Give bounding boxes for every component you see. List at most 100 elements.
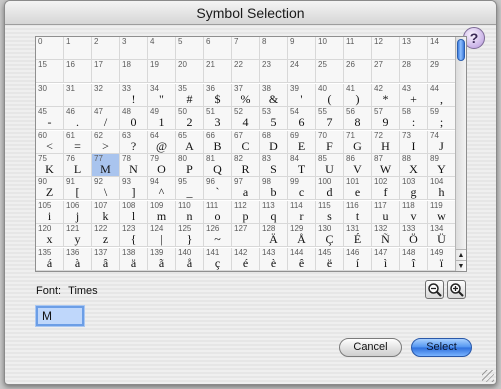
symbol-cell[interactable]: 75 K bbox=[36, 154, 64, 177]
symbol-cell[interactable]: 131 É bbox=[344, 224, 372, 248]
symbol-cell[interactable]: 147 ì bbox=[372, 247, 400, 271]
symbol-cell[interactable]: 144 ê bbox=[288, 247, 316, 271]
symbol-cell[interactable]: 31 bbox=[64, 83, 92, 107]
symbol-cell[interactable]: 4 bbox=[148, 37, 176, 60]
symbol-cell[interactable]: 96 ` bbox=[204, 177, 232, 201]
symbol-cell[interactable]: 148 î bbox=[400, 247, 428, 271]
symbol-cell[interactable]: 51 3 bbox=[204, 107, 232, 131]
symbol-cell[interactable]: 27 bbox=[372, 60, 400, 84]
symbol-cell[interactable]: 111 o bbox=[204, 200, 232, 224]
symbol-cell[interactable]: 52 4 bbox=[232, 107, 260, 131]
symbol-cell[interactable]: 103 g bbox=[400, 177, 428, 201]
symbol-cell[interactable]: 132 Ñ bbox=[372, 224, 400, 248]
symbol-cell[interactable]: 145 ë bbox=[316, 247, 344, 271]
symbol-cell[interactable]: 93] bbox=[120, 177, 148, 201]
symbol-cell[interactable]: 138 ä bbox=[120, 247, 148, 271]
symbol-cell[interactable]: 70 F bbox=[316, 130, 344, 154]
symbol-cell[interactable]: 73 I bbox=[400, 130, 428, 154]
symbol-cell[interactable]: 25 bbox=[316, 60, 344, 84]
symbol-cell[interactable]: 62 > bbox=[92, 130, 120, 154]
symbol-cell[interactable]: 143 è bbox=[260, 247, 288, 271]
symbol-cell[interactable]: 89 Y bbox=[428, 154, 456, 177]
symbol-cell[interactable]: 67 C bbox=[232, 130, 260, 154]
symbol-cell[interactable]: 63? bbox=[120, 130, 148, 154]
symbol-cell[interactable]: 8 bbox=[260, 37, 288, 60]
symbol-cell[interactable]: 72 H bbox=[372, 130, 400, 154]
symbol-cell[interactable]: 106 j bbox=[64, 200, 92, 224]
symbol-cell[interactable]: 85 U bbox=[316, 154, 344, 177]
symbol-cell[interactable]: 95 _ bbox=[176, 177, 204, 201]
symbol-cell[interactable]: 59; bbox=[428, 107, 456, 131]
symbol-cell[interactable]: 42 * bbox=[372, 83, 400, 107]
symbol-cell[interactable]: 105 i bbox=[36, 200, 64, 224]
scroll-thumb[interactable] bbox=[457, 39, 465, 61]
symbol-cell[interactable]: 121 y bbox=[64, 224, 92, 248]
symbol-cell[interactable]: 84 T bbox=[288, 154, 316, 177]
symbol-cell[interactable]: 43 + bbox=[400, 83, 428, 107]
scroll-up-arrow-icon[interactable]: ▲ bbox=[456, 249, 466, 260]
symbol-cell[interactable]: 11 bbox=[344, 37, 372, 60]
symbol-cell[interactable]: 127 bbox=[232, 224, 260, 248]
symbol-cell[interactable]: 94 ^ bbox=[148, 177, 176, 201]
symbol-cell[interactable]: 60 < bbox=[36, 130, 64, 154]
symbol-cell[interactable]: 1 bbox=[64, 37, 92, 60]
symbol-cell[interactable]: 71 G bbox=[344, 130, 372, 154]
symbol-cell[interactable]: 34 " bbox=[148, 83, 176, 107]
symbol-cell[interactable]: 129 Å bbox=[288, 224, 316, 248]
symbol-cell[interactable]: 12 bbox=[372, 37, 400, 60]
symbol-cell[interactable]: 90 Z bbox=[36, 177, 64, 201]
symbol-cell[interactable]: 86 V bbox=[344, 154, 372, 177]
vertical-scrollbar[interactable]: ▲ ▼ bbox=[455, 37, 466, 271]
symbol-cell[interactable]: 116 t bbox=[344, 200, 372, 224]
symbol-cell[interactable]: 83 S bbox=[260, 154, 288, 177]
symbol-cell[interactable]: 58: bbox=[400, 107, 428, 131]
symbol-cell[interactable]: 46. bbox=[64, 107, 92, 131]
symbol-cell[interactable]: 123{ bbox=[120, 224, 148, 248]
symbol-cell[interactable]: 55 7 bbox=[316, 107, 344, 131]
symbol-cell[interactable]: 45- bbox=[36, 107, 64, 131]
symbol-cell[interactable]: 91[ bbox=[64, 177, 92, 201]
symbol-cell[interactable]: 38 & bbox=[260, 83, 288, 107]
symbol-cell[interactable]: 49 1 bbox=[148, 107, 176, 131]
symbol-cell[interactable]: 76 L bbox=[64, 154, 92, 177]
symbol-cell[interactable]: 133 Ö bbox=[400, 224, 428, 248]
symbol-cell[interactable]: 141 ç bbox=[204, 247, 232, 271]
symbol-cell[interactable]: 99 c bbox=[288, 177, 316, 201]
symbol-cell[interactable]: 50 2 bbox=[176, 107, 204, 131]
zoom-out-button[interactable] bbox=[425, 280, 444, 299]
symbol-cell[interactable]: 74 J bbox=[428, 130, 456, 154]
symbol-cell[interactable]: 137 â bbox=[92, 247, 120, 271]
symbol-cell[interactable]: 17 bbox=[92, 60, 120, 84]
symbol-cell[interactable]: 98 b bbox=[260, 177, 288, 201]
symbol-cell[interactable]: 149 ï bbox=[428, 247, 456, 271]
symbol-cell[interactable]: 119 w bbox=[428, 200, 456, 224]
symbol-cell[interactable]: 109 m bbox=[148, 200, 176, 224]
symbol-cell[interactable]: 39 ' bbox=[288, 83, 316, 107]
symbol-cell[interactable]: 22 bbox=[232, 60, 260, 84]
symbol-cell[interactable]: 20 bbox=[176, 60, 204, 84]
symbol-cell[interactable]: 77 M bbox=[92, 154, 120, 177]
symbol-cell[interactable]: 142 é bbox=[232, 247, 260, 271]
symbol-cell[interactable]: 5 bbox=[176, 37, 204, 60]
select-button[interactable]: Select bbox=[411, 338, 472, 357]
symbol-cell[interactable]: 104 h bbox=[428, 177, 456, 201]
symbol-cell[interactable]: 140 å bbox=[176, 247, 204, 271]
symbol-cell[interactable]: 82 R bbox=[232, 154, 260, 177]
symbol-cell[interactable]: 6 bbox=[204, 37, 232, 60]
symbol-cell[interactable]: 122 z bbox=[92, 224, 120, 248]
symbol-cell[interactable]: 68 D bbox=[260, 130, 288, 154]
symbol-cell[interactable]: 48 0 bbox=[120, 107, 148, 131]
symbol-cell[interactable]: 21 bbox=[204, 60, 232, 84]
symbol-cell[interactable]: 97 a bbox=[232, 177, 260, 201]
symbol-cell[interactable]: 79 O bbox=[148, 154, 176, 177]
symbol-cell[interactable]: 18 bbox=[120, 60, 148, 84]
symbol-cell[interactable]: 139 ã bbox=[148, 247, 176, 271]
symbol-cell[interactable]: 134 Ü bbox=[428, 224, 456, 248]
symbol-cell[interactable]: 44, bbox=[428, 83, 456, 107]
symbol-cell[interactable]: 81 Q bbox=[204, 154, 232, 177]
symbol-cell[interactable]: 126 ~ bbox=[204, 224, 232, 248]
selected-character-field[interactable]: M bbox=[36, 306, 84, 326]
symbol-cell[interactable]: 57 9 bbox=[372, 107, 400, 131]
symbol-cell[interactable]: 41) bbox=[344, 83, 372, 107]
symbol-cell[interactable]: 0 bbox=[36, 37, 64, 60]
